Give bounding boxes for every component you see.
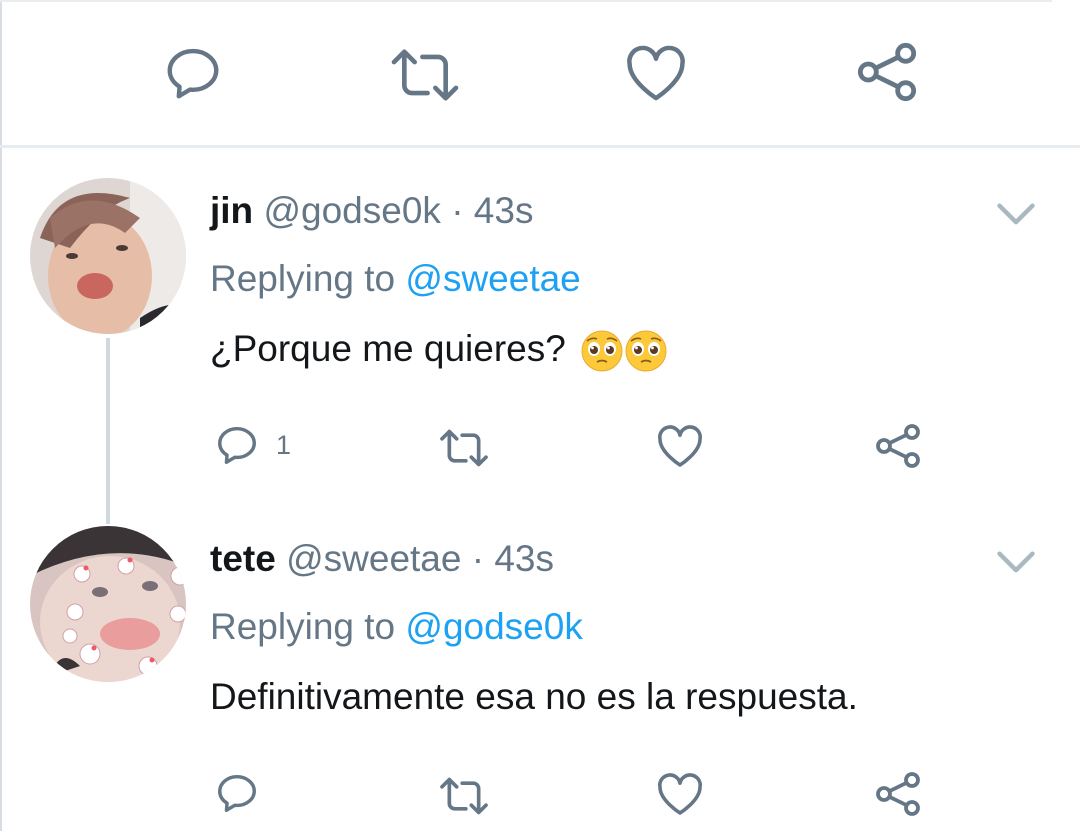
avatar[interactable] — [30, 178, 186, 334]
chevron-down-icon[interactable] — [994, 196, 1038, 230]
avatar[interactable] — [30, 526, 186, 682]
main-tweet-action-bar — [0, 0, 1080, 146]
thread-line — [106, 338, 110, 524]
timestamp[interactable]: 43s — [494, 538, 554, 579]
reply-icon[interactable] — [162, 42, 224, 104]
mention-link[interactable]: @sweetae — [405, 258, 580, 299]
tweet-text: ¿Porque me quieres? — [210, 328, 668, 373]
tweet-text: Definitivamente esa no es la respuesta. — [210, 676, 858, 718]
mention-link[interactable]: @godse0k — [405, 606, 582, 647]
heart-icon[interactable] — [656, 424, 704, 468]
heart-icon[interactable] — [656, 772, 704, 816]
display-name[interactable]: tete — [210, 538, 276, 579]
section-divider — [0, 145, 1080, 148]
retweet-icon[interactable] — [436, 774, 492, 818]
share-icon[interactable] — [854, 40, 920, 104]
tweet-header: jin @godse0k · 43s — [210, 190, 533, 232]
tweet-text-content: ¿Porque me quieres? — [210, 328, 566, 369]
retweet-icon[interactable] — [436, 426, 492, 470]
pleading-face-emoji — [624, 329, 668, 373]
reply-count: 1 — [276, 430, 292, 460]
tweet-text-content: Definitivamente esa no es la respuesta. — [210, 676, 858, 717]
tweet-header: tete @sweetae · 43s — [210, 538, 554, 580]
replying-to: Replying to @sweetae — [210, 258, 581, 300]
replying-label: Replying to — [210, 606, 396, 647]
reply-icon[interactable] — [214, 770, 260, 816]
pleading-face-emoji — [580, 329, 624, 373]
separator-dot: · — [451, 190, 464, 231]
heart-icon[interactable] — [624, 44, 688, 102]
replying-label: Replying to — [210, 258, 396, 299]
display-name[interactable]: jin — [210, 190, 253, 231]
replying-to: Replying to @godse0k — [210, 606, 583, 648]
share-icon[interactable] — [874, 770, 922, 818]
separator-dot: · — [471, 538, 485, 579]
reply-icon[interactable] — [214, 422, 260, 468]
chevron-down-icon[interactable] — [994, 544, 1038, 578]
user-handle[interactable]: @sweetae — [286, 538, 461, 579]
timestamp[interactable]: 43s — [474, 190, 534, 231]
user-handle[interactable]: @godse0k — [263, 190, 440, 231]
share-icon[interactable] — [874, 422, 922, 470]
retweet-icon[interactable] — [386, 44, 464, 106]
